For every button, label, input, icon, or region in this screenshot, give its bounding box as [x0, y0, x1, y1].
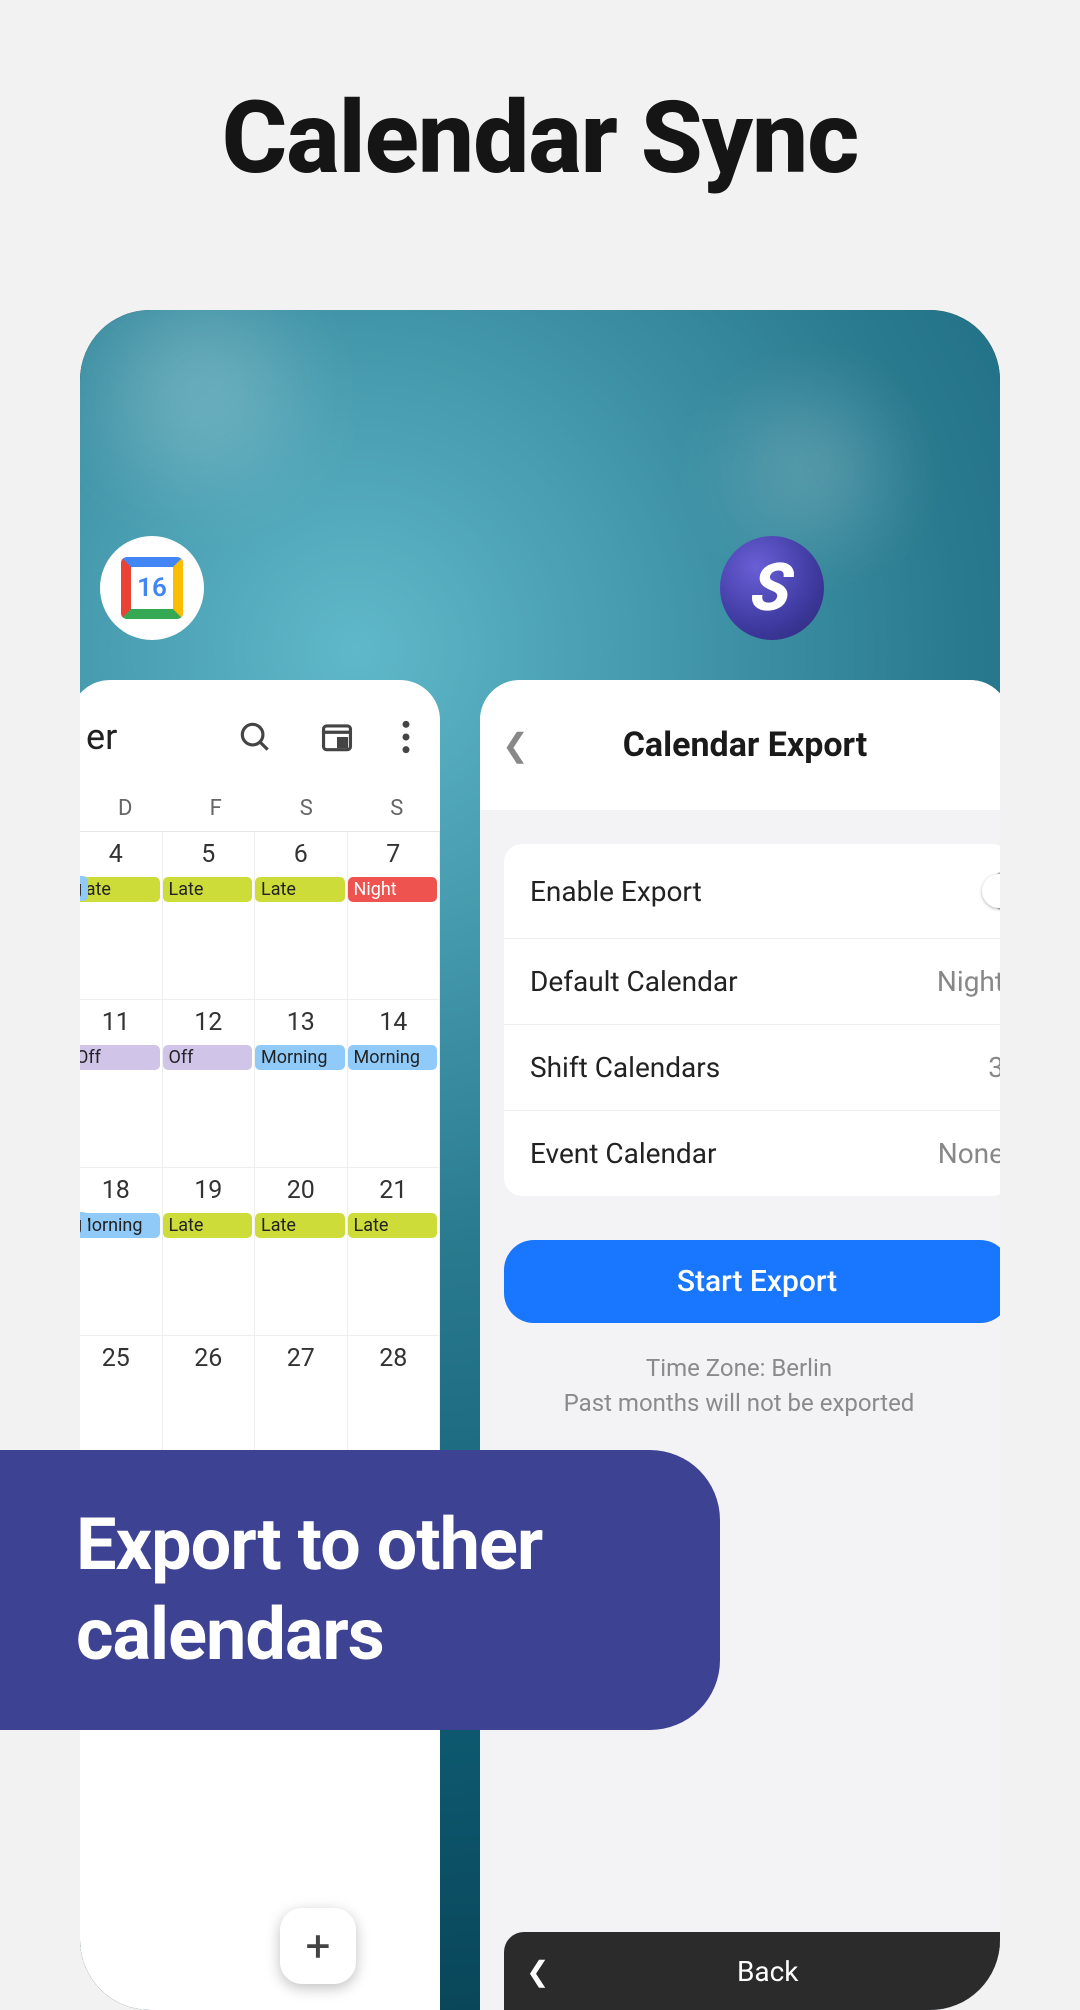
gcal-toolbar: er: [80, 680, 440, 778]
hero-title: Calendar Sync: [0, 0, 1080, 197]
gcal-date-number: 21: [348, 1176, 440, 1205]
search-icon[interactable]: [236, 718, 274, 756]
setting-row[interactable]: Shift Calendars 3: [504, 1025, 1000, 1111]
export-header: ❮ Calendar Export: [480, 680, 1000, 810]
calendar-export-card[interactable]: ❮ Calendar Export Enable Export Default C…: [480, 680, 1000, 2010]
event-chip[interactable]: Off: [163, 1045, 253, 1070]
gcal-date-number: 4: [80, 840, 162, 869]
marketing-caption: Export to other calendars: [0, 1450, 720, 1730]
event-chip[interactable]: Morning: [255, 1045, 345, 1070]
gcal-date-number: 28: [348, 1344, 440, 1373]
event-chip[interactable]: Morning: [348, 1045, 438, 1070]
setting-label: Shift Calendars: [530, 1051, 720, 1084]
event-chip[interactable]: g: [80, 876, 88, 901]
gcal-day-header: S: [255, 796, 346, 821]
more-icon[interactable]: [400, 718, 412, 756]
setting-value: None: [938, 1137, 1000, 1170]
event-chip[interactable]: Late: [255, 1213, 345, 1238]
google-calendar-card[interactable]: er DFSS 4gLate5Late6Late7Night11Off12Off…: [80, 680, 440, 2010]
setting-value: 3: [988, 1051, 1000, 1084]
export-meta-text: Time Zone: Berlin Past months will not b…: [480, 1351, 1000, 1421]
setting-label: Event Calendar: [530, 1137, 716, 1170]
setting-row[interactable]: Event Calendar None: [504, 1111, 1000, 1196]
today-icon[interactable]: [318, 718, 356, 756]
toggle-switch[interactable]: [988, 870, 1000, 912]
gcal-cell[interactable]: 5 Late: [163, 832, 256, 1000]
gcal-month-label: er: [82, 716, 117, 758]
gcal-date-number: 25: [80, 1344, 162, 1373]
event-chip[interactable]: Late: [348, 1213, 438, 1238]
gcal-cell[interactable]: 14 Morning: [348, 1000, 441, 1168]
event-chip[interactable]: Late: [80, 877, 160, 902]
gcal-cell[interactable]: 13 Morning: [255, 1000, 348, 1168]
shift-app-logo-icon: S: [747, 550, 798, 627]
gcal-cell[interactable]: 20 Late: [255, 1168, 348, 1336]
gcal-icon-day: 16: [121, 557, 183, 619]
gcal-cell[interactable]: 21 Late: [348, 1168, 441, 1336]
gcal-cell[interactable]: 19 Late: [163, 1168, 256, 1336]
export-title: Calendar Export: [480, 725, 1000, 765]
event-chip[interactable]: Late: [255, 877, 345, 902]
gcal-cell[interactable]: 11 Off: [80, 1000, 163, 1168]
event-chip[interactable]: Late: [163, 877, 253, 902]
gcal-date-number: 19: [163, 1176, 255, 1205]
gcal-cell[interactable]: 6 Late: [255, 832, 348, 1000]
event-chip[interactable]: Off: [80, 1045, 160, 1070]
gcal-cell[interactable]: 7 Night: [348, 832, 441, 1000]
event-chip[interactable]: Night: [348, 877, 438, 902]
gcal-date-number: 18: [80, 1176, 162, 1205]
google-calendar-app-icon[interactable]: 16: [100, 536, 204, 640]
back-chevron-icon[interactable]: ❮: [502, 726, 529, 764]
gcal-date-number: 27: [255, 1344, 347, 1373]
gcal-date-number: 13: [255, 1008, 347, 1037]
phone-frame: 16 S er DFSS 4gLate5Late6Late7Night11Off…: [80, 310, 1000, 2010]
gcal-cell[interactable]: 12 Off: [163, 1000, 256, 1168]
gcal-date-number: 12: [163, 1008, 255, 1037]
gcal-date-number: 20: [255, 1176, 347, 1205]
plus-icon: +: [306, 1920, 331, 1972]
add-event-fab[interactable]: +: [280, 1908, 356, 1984]
setting-label: Default Calendar: [530, 965, 738, 998]
gcal-date-number: 26: [163, 1344, 255, 1373]
gcal-date-number: 7: [348, 840, 440, 869]
gcal-day-header: F: [165, 796, 256, 821]
gcal-day-headers: DFSS: [80, 778, 440, 831]
setting-row[interactable]: Enable Export: [504, 844, 1000, 939]
start-export-button[interactable]: Start Export: [504, 1240, 1000, 1323]
gcal-cell[interactable]: 4 gLate: [80, 832, 163, 1000]
setting-label: Enable Export: [530, 875, 702, 908]
gcal-date-number: 5: [163, 840, 255, 869]
gcal-date-number: 11: [80, 1008, 162, 1037]
event-chip[interactable]: Late: [163, 1213, 253, 1238]
gcal-date-number: 6: [255, 840, 347, 869]
event-chip[interactable]: Morning: [80, 1213, 160, 1238]
setting-value: Night: [937, 965, 1000, 998]
gcal-day-header: S: [346, 796, 437, 821]
gcal-day-header: D: [80, 796, 165, 821]
gcal-date-number: 14: [348, 1008, 440, 1037]
gcal-cell[interactable]: 18 gMorning: [80, 1168, 163, 1336]
shift-app-icon[interactable]: S: [720, 536, 824, 640]
export-bottom-bar: ❮ Back: [504, 1932, 1000, 2010]
export-settings-list: Enable Export Default Calendar Night Shift …: [504, 844, 1000, 1196]
back-chevron-icon[interactable]: ❮: [504, 1955, 549, 1988]
event-chip[interactable]: g: [80, 1212, 88, 1237]
back-button[interactable]: Back: [549, 1955, 1000, 1988]
setting-row[interactable]: Default Calendar Night: [504, 939, 1000, 1025]
